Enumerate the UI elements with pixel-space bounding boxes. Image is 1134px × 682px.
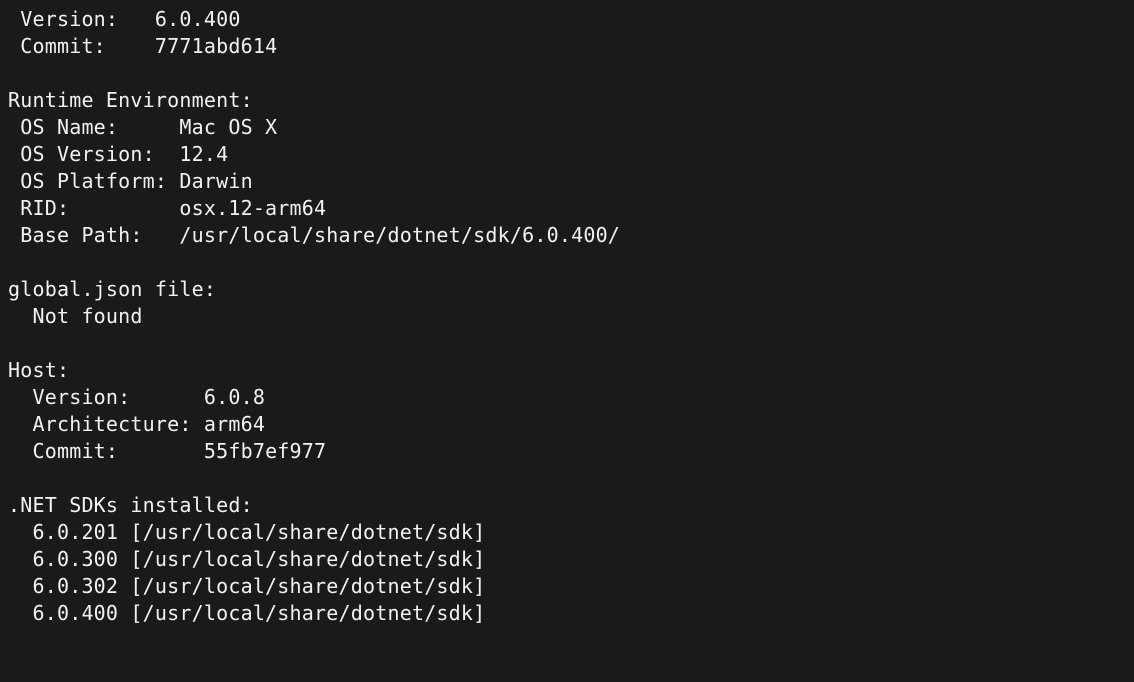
sdk-item: 6.0.300 [/usr/local/share/dotnet/sdk] [8,547,485,571]
os-platform-value: Darwin [179,169,252,193]
sdk-version-label: Version: [8,7,155,31]
host-commit-line: Commit: 55fb7ef977 [8,439,326,463]
host-arch-value: arm64 [204,412,265,436]
sdk-item: 6.0.302 [/usr/local/share/dotnet/sdk] [8,574,485,598]
sdk-commit-line: Commit: 7771abd614 [8,34,277,58]
global-json-status: Not found [8,304,143,328]
os-name-value: Mac OS X [179,115,277,139]
os-platform-line: OS Platform: Darwin [8,169,253,193]
host-version-label: Version: [8,385,204,409]
os-version-line: OS Version: 12.4 [8,142,228,166]
host-commit-value: 55fb7ef977 [204,439,326,463]
terminal-output: Version: 6.0.400 Commit: 7771abd614 Runt… [0,0,1134,682]
sdk-version-line: Version: 6.0.400 [8,7,241,31]
os-name-label: OS Name: [8,115,179,139]
os-version-label: OS Version: [8,142,179,166]
rid-line: RID: osx.12-arm64 [8,196,326,220]
base-path-value: /usr/local/share/dotnet/sdk/6.0.400/ [179,223,620,247]
host-arch-line: Architecture: arm64 [8,412,265,436]
host-header: Host: [8,358,69,382]
rid-label: RID: [8,196,179,220]
runtime-env-header: Runtime Environment: [8,88,253,112]
base-path-line: Base Path: /usr/local/share/dotnet/sdk/6… [8,223,620,247]
host-version-value: 6.0.8 [204,385,265,409]
rid-value: osx.12-arm64 [179,196,326,220]
base-path-label: Base Path: [8,223,179,247]
os-version-value: 12.4 [179,142,228,166]
host-arch-label: Architecture: [8,412,204,436]
global-json-header: global.json file: [8,277,216,301]
sdk-item: 6.0.201 [/usr/local/share/dotnet/sdk] [8,520,485,544]
sdk-commit-label: Commit: [8,34,155,58]
host-version-line: Version: 6.0.8 [8,385,265,409]
sdks-header: .NET SDKs installed: [8,493,253,517]
os-platform-label: OS Platform: [8,169,179,193]
host-commit-label: Commit: [8,439,204,463]
sdk-version-value: 6.0.400 [155,7,241,31]
sdk-item: 6.0.400 [/usr/local/share/dotnet/sdk] [8,601,485,625]
sdk-commit-value: 7771abd614 [155,34,277,58]
os-name-line: OS Name: Mac OS X [8,115,277,139]
